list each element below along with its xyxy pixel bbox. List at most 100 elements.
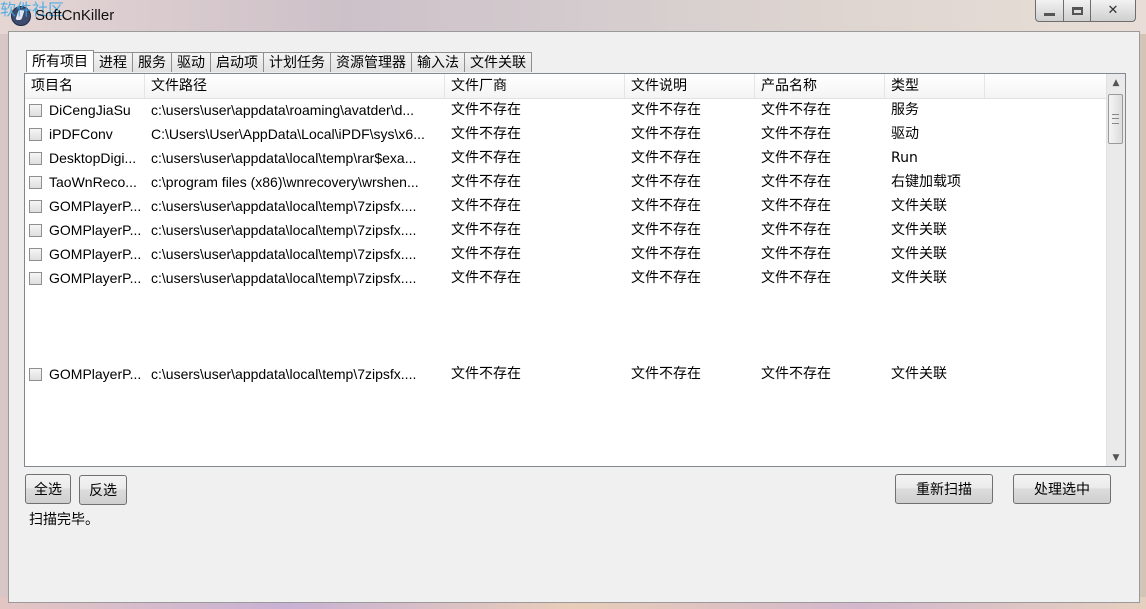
item-name-cell: GOMPlayerP... xyxy=(25,218,145,242)
column-header[interactable]: 产品名称 xyxy=(755,74,885,98)
client-area: 所有项目 进程 服务 驱动 启动项 计划任务 资源管理器 输入法 文件关联 项目名 文件路径 文件厂… xyxy=(8,31,1140,603)
window-controls: ✕ xyxy=(1035,0,1136,22)
item-name-cell: DesktopDigi... xyxy=(25,146,145,170)
cell-product: 文件不存在 xyxy=(761,102,831,118)
item-name: GOMPlayerP... xyxy=(49,198,142,214)
item-name: GOMPlayerP... xyxy=(49,246,142,262)
column-header[interactable]: 文件路径 xyxy=(145,74,445,98)
row-checkbox[interactable] xyxy=(29,127,42,141)
process-selected-button[interactable]: 处理选中 xyxy=(1013,474,1111,504)
column-header[interactable]: 项目名 xyxy=(25,74,145,98)
cell-product: 文件不存在 xyxy=(761,150,831,166)
tab-strip: 所有项目 进程 服务 驱动 启动项 计划任务 资源管理器 输入法 文件关联 xyxy=(26,50,532,73)
row-checkbox[interactable] xyxy=(29,151,42,165)
item-name-cell: GOMPlayerP... xyxy=(25,194,145,218)
table-row[interactable]: GOMPlayerP... c:\users\user\appdata\local… xyxy=(25,218,1107,242)
maximize-button[interactable] xyxy=(1064,0,1091,22)
table-row[interactable]: GOMPlayerP... c:\users\user\appdata\local… xyxy=(25,266,1107,290)
cell-product: 文件不存在 xyxy=(761,222,831,238)
row-checkbox[interactable] xyxy=(29,199,42,213)
cell-desc: 文件不存在 xyxy=(631,270,701,286)
table-row[interactable]: GOMPlayerP... c:\users\user\appdata\local… xyxy=(25,194,1107,218)
cell-path: c:\users\user\appdata\local\temp\7zipsfx… xyxy=(151,366,417,382)
row-checkbox[interactable] xyxy=(29,367,42,381)
tab-8[interactable]: 文件关联 xyxy=(464,52,532,72)
item-name: GOMPlayerP... xyxy=(49,366,142,382)
cell-path: c:\users\user\appdata\local\temp\7zipsfx… xyxy=(151,222,417,238)
item-name-cell: GOMPlayerP... xyxy=(25,266,145,290)
cell-vendor: 文件不存在 xyxy=(451,102,521,118)
row-checkbox[interactable] xyxy=(29,223,42,237)
cell-path: c:\users\user\appdata\roaming\avatder\d.… xyxy=(151,102,415,118)
cell-product: 文件不存在 xyxy=(761,246,831,262)
column-header[interactable]: 类型 xyxy=(885,74,985,98)
cell-path: c:\users\user\appdata\local\temp\rar$exa… xyxy=(151,150,417,166)
close-button[interactable]: ✕ xyxy=(1091,0,1136,22)
minimize-button[interactable] xyxy=(1035,0,1064,22)
scroll-down-icon[interactable]: ▼ xyxy=(1107,449,1125,466)
cell-desc: 文件不存在 xyxy=(631,126,701,142)
tab-3[interactable]: 驱动 xyxy=(171,52,211,72)
cell-desc: 文件不存在 xyxy=(631,150,701,166)
status-text: 扫描完毕。 xyxy=(29,512,99,528)
cell-path: c:\users\user\appdata\local\temp\7zipsfx… xyxy=(151,198,417,214)
row-checkbox[interactable] xyxy=(29,175,42,189)
cell-type: 驱动 xyxy=(891,126,919,142)
tab-5[interactable]: 计划任务 xyxy=(263,52,331,72)
list-header: 项目名 文件路径 文件厂商 文件说明 产品名称 类型 xyxy=(25,74,1107,99)
cell-type: 服务 xyxy=(891,102,919,118)
cell-path: c:\users\user\appdata\local\temp\7zipsfx… xyxy=(151,270,417,286)
table-row[interactable]: DesktopDigi... c:\users\user\appdata\loca… xyxy=(25,146,1107,170)
column-header-filler xyxy=(985,74,1107,98)
cell-path: C:\Users\User\AppData\Local\iPDF\sys\x6.… xyxy=(151,126,425,142)
table-row[interactable]: iPDFConv C:\Users\User\AppData\Local\iPDF… xyxy=(25,122,1107,146)
item-name: GOMPlayerP... xyxy=(49,222,142,238)
row-checkbox[interactable] xyxy=(29,271,42,285)
rescan-button[interactable]: 重新扫描 xyxy=(895,474,993,504)
select-all-button[interactable]: 全选 xyxy=(25,474,71,504)
cell-vendor: 文件不存在 xyxy=(451,126,521,142)
cell-type: 右键加载项 xyxy=(891,174,961,190)
table-row[interactable]: GOMPlayerP... c:\users\user\appdata\local… xyxy=(25,242,1107,266)
tab-1[interactable]: 进程 xyxy=(93,52,133,72)
column-header[interactable]: 文件说明 xyxy=(625,74,755,98)
cell-type: 文件关联 xyxy=(891,246,947,262)
minimize-icon xyxy=(1044,13,1055,16)
cell-vendor: 文件不存在 xyxy=(451,270,521,286)
item-name: DiCengJiaSu xyxy=(49,102,131,118)
column-header[interactable]: 文件厂商 xyxy=(445,74,625,98)
scroll-up-icon[interactable]: ▲ xyxy=(1107,74,1125,91)
cell-desc: 文件不存在 xyxy=(631,174,701,190)
cell-desc: 文件不存在 xyxy=(631,366,701,382)
cell-desc: 文件不存在 xyxy=(631,102,701,118)
table-row[interactable]: DiCengJiaSu c:\users\user\appdata\roaming… xyxy=(25,98,1107,122)
tab-7[interactable]: 输入法 xyxy=(411,52,465,72)
tab-2[interactable]: 服务 xyxy=(132,52,172,72)
cell-vendor: 文件不存在 xyxy=(451,246,521,262)
tab-6[interactable]: 资源管理器 xyxy=(330,52,412,72)
title-bar[interactable] xyxy=(0,0,1146,34)
item-name-cell: GOMPlayerP... xyxy=(25,362,145,386)
close-icon: ✕ xyxy=(1107,3,1119,18)
invert-selection-button[interactable]: 反选 xyxy=(79,475,127,505)
item-name: iPDFConv xyxy=(49,126,113,142)
cell-vendor: 文件不存在 xyxy=(451,222,521,238)
cell-product: 文件不存在 xyxy=(761,270,831,286)
table-row[interactable]: TaoWnReco... c:\program files (x86)\wnrec… xyxy=(25,170,1107,194)
tab-0[interactable]: 所有项目 xyxy=(26,50,94,72)
vertical-scrollbar[interactable]: ▲ ▼ xyxy=(1106,74,1125,466)
table-row[interactable]: GOMPlayerP... c:\users\user\appdata\local… xyxy=(25,362,1107,386)
maximize-icon xyxy=(1071,6,1083,15)
cell-type: Run xyxy=(891,150,918,166)
tab-4[interactable]: 启动项 xyxy=(210,52,264,72)
tab-panel: 项目名 文件路径 文件厂商 文件说明 产品名称 类型 DiCengJiaSu c:\user… xyxy=(24,73,1126,467)
scroll-thumb[interactable] xyxy=(1108,94,1123,144)
cell-desc: 文件不存在 xyxy=(631,246,701,262)
cell-vendor: 文件不存在 xyxy=(451,366,521,382)
cell-vendor: 文件不存在 xyxy=(451,198,521,214)
cell-product: 文件不存在 xyxy=(761,366,831,382)
cell-path: c:\program files (x86)\wnrecovery\wrshen… xyxy=(151,174,419,190)
row-checkbox[interactable] xyxy=(29,247,42,261)
row-checkbox[interactable] xyxy=(29,103,42,117)
item-name-cell: DiCengJiaSu xyxy=(25,98,145,122)
